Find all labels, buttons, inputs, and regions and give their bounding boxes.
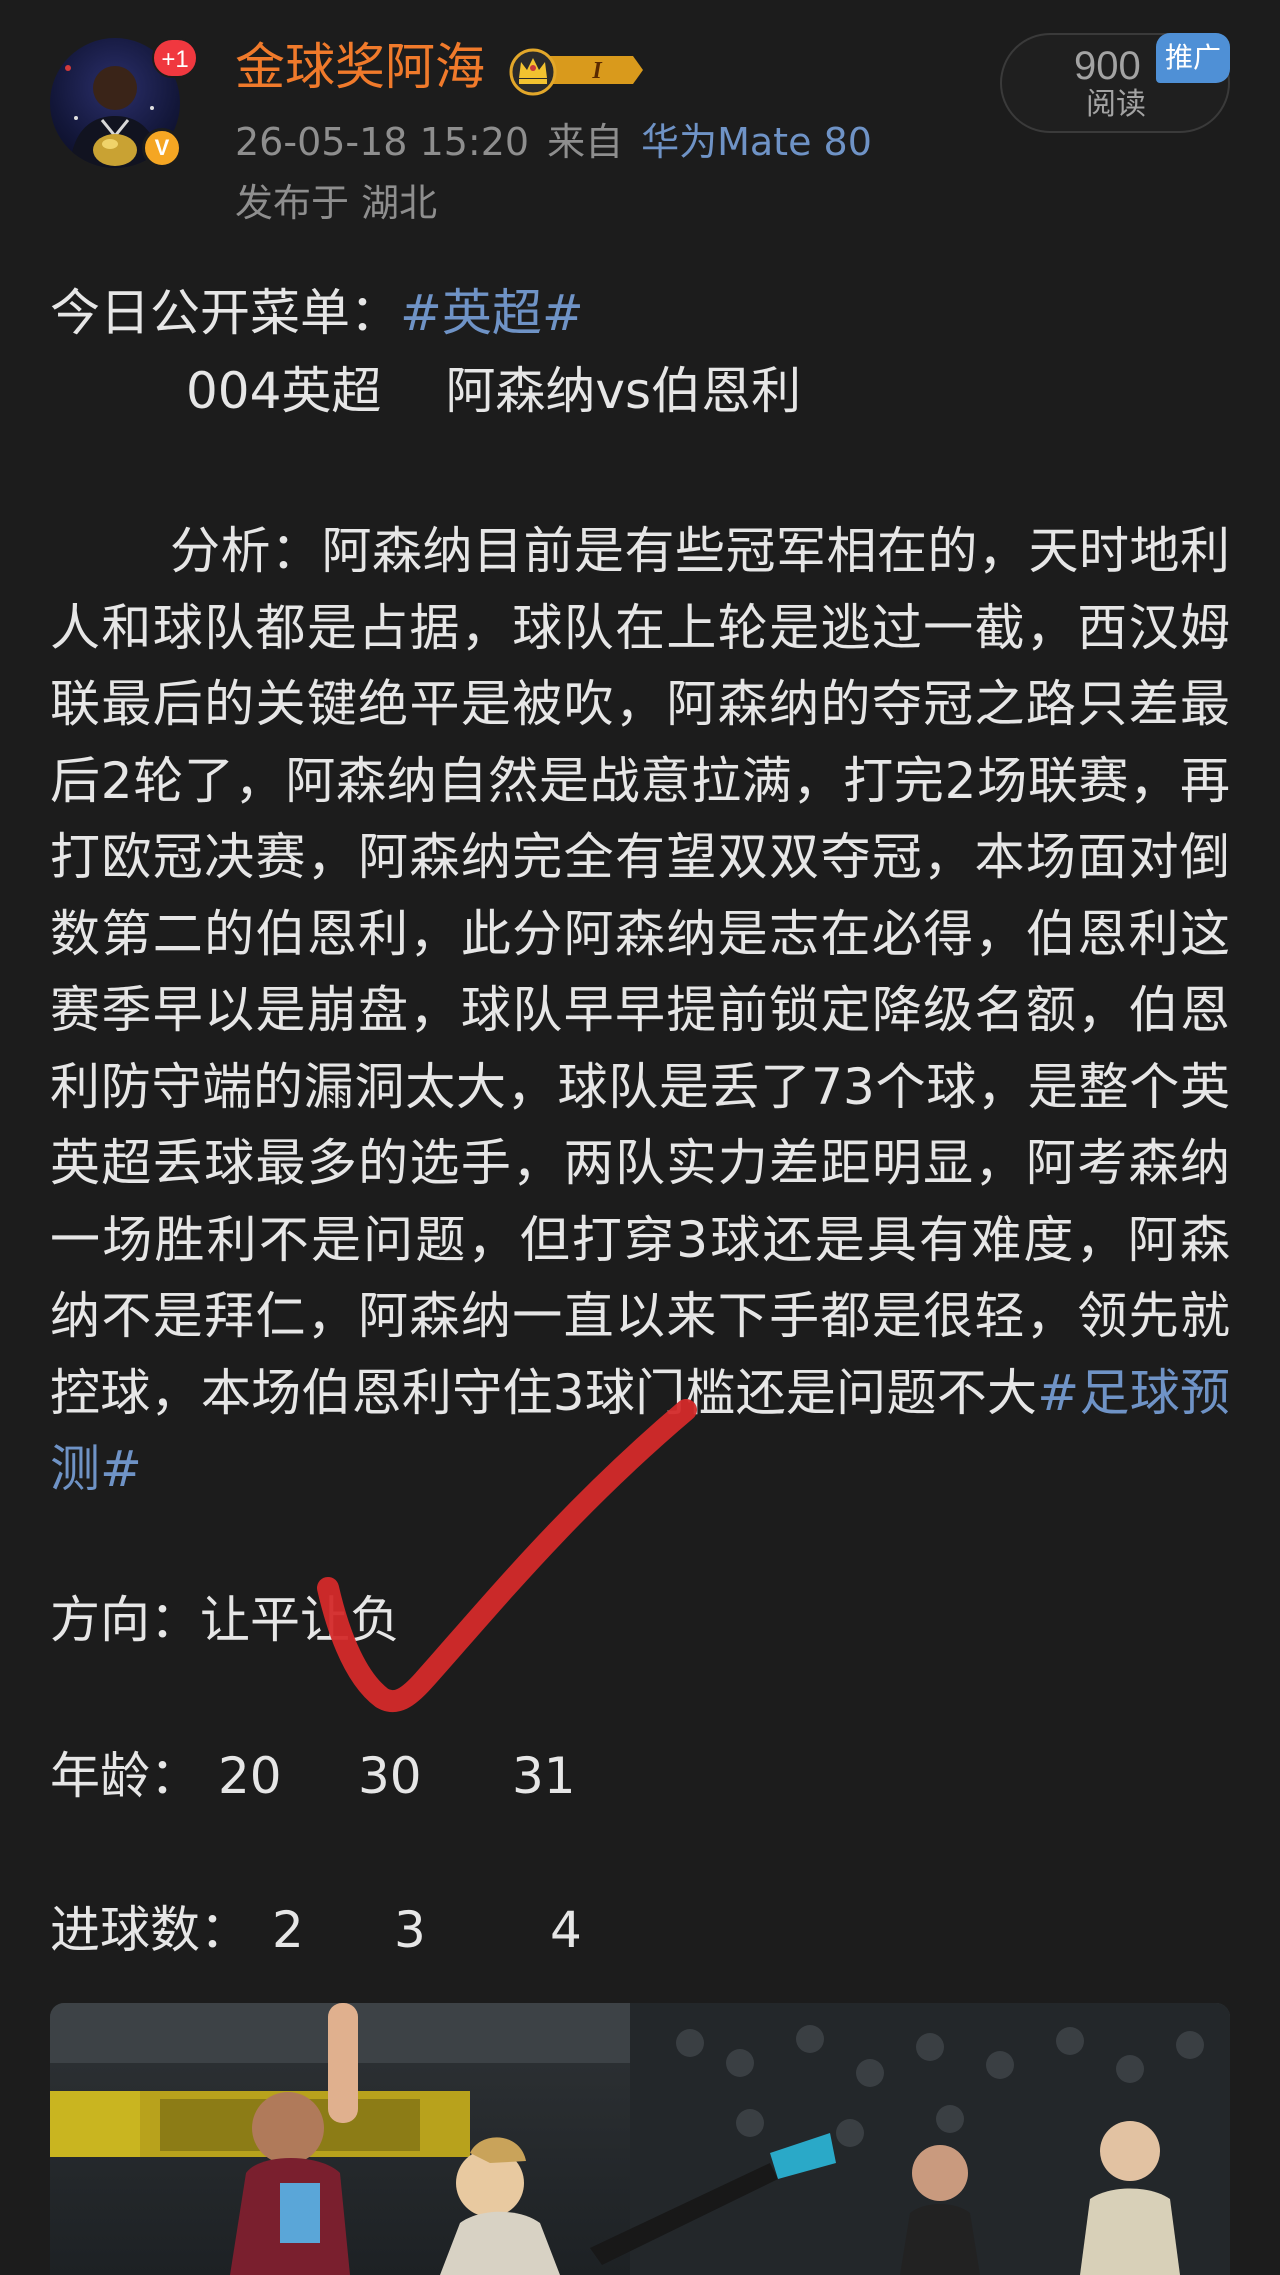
post-image[interactable] — [50, 2003, 1230, 2275]
direction-value: 让平让负 — [200, 1591, 400, 1649]
notification-badge[interactable]: +1 — [152, 38, 198, 78]
device-link[interactable]: 华为Mate 80 — [641, 120, 872, 164]
age-value: 20 — [218, 1747, 282, 1805]
source-prefix: 来自 — [547, 120, 624, 164]
post-location: 发布于 湖北 — [235, 181, 438, 225]
goals-label: 进球数： — [50, 1901, 250, 1959]
match-name: 阿森纳vs伯恩利 — [445, 362, 802, 420]
verified-badge: V — [142, 128, 182, 168]
goals-value: 4 — [550, 1901, 582, 1959]
views-label: 阅读 — [1086, 87, 1146, 122]
match-line: 004英超 阿森纳vs伯恩利 — [186, 353, 801, 429]
goals-value: 3 — [394, 1901, 426, 1959]
goals-value: 2 — [272, 1901, 304, 1959]
menu-line: 今日公开菜单：#英超# — [50, 275, 584, 351]
age-line: 年龄： 20 30 31 — [50, 1738, 576, 1814]
age-value: 31 — [512, 1747, 576, 1805]
member-level-badge[interactable]: I — [505, 44, 643, 96]
age-value: 30 — [358, 1747, 422, 1805]
hashtag-premier-league[interactable]: #英超# — [400, 284, 584, 342]
goals-line: 进球数： 2 3 4 — [50, 1892, 582, 1968]
analysis-paragraph: 分析：阿森纳目前是有些冠军相在的，天时地利人和球队都是占据，球队在上轮是逃过一截… — [50, 513, 1230, 1508]
level-label: I — [591, 58, 603, 84]
post-date: 26-05-18 15:20 — [235, 120, 530, 164]
direction-label: 方向： — [50, 1591, 200, 1649]
post-meta: 26-05-18 15:20 来自 华为Mate 80 — [235, 117, 872, 167]
match-code: 004英超 — [186, 362, 382, 420]
football-photo-icon — [50, 2003, 1230, 2275]
author-name[interactable]: 金球奖阿海 — [235, 34, 485, 100]
promo-button[interactable]: 推广 — [1156, 33, 1230, 83]
author-avatar[interactable]: +1 V — [50, 38, 198, 168]
menu-prefix: 今日公开菜单： — [50, 284, 400, 342]
crown-icon: I — [509, 48, 643, 96]
analysis-text: 分析：阿森纳目前是有些冠军相在的，天时地利人和球队都是占据，球队在上轮是逃过一截… — [50, 522, 1230, 1422]
direction-line: 方向：让平让负 — [50, 1582, 400, 1658]
age-label: 年龄： — [50, 1747, 200, 1805]
views-count: 900 — [1074, 44, 1141, 88]
